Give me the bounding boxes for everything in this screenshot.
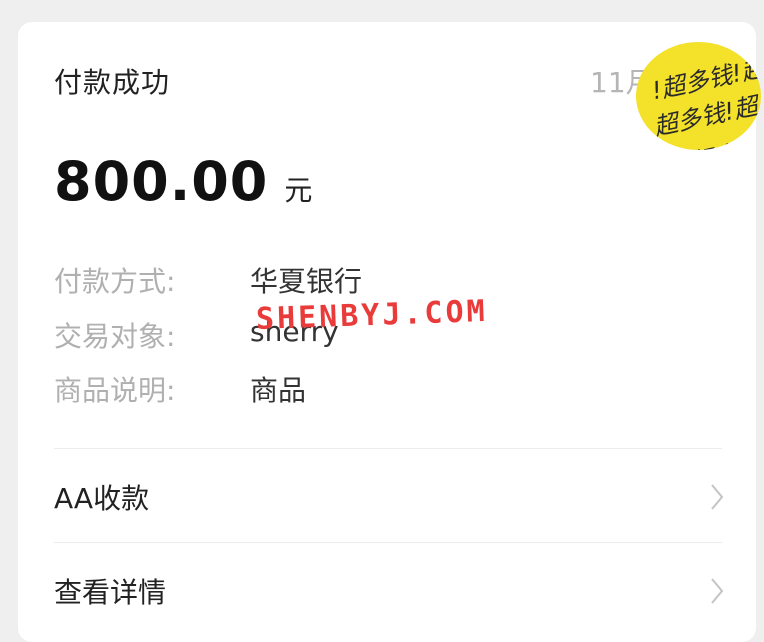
detail-value: sherry bbox=[250, 315, 339, 348]
amount-unit: 元 bbox=[284, 174, 313, 207]
view-details-button[interactable]: 查看详情 bbox=[18, 543, 756, 635]
page-title: 付款成功 bbox=[54, 66, 171, 99]
detail-label: 商品说明: bbox=[54, 374, 176, 407]
view-details-label: 查看详情 bbox=[54, 576, 167, 609]
detail-row-counterparty: 交易对象: sherry bbox=[54, 315, 339, 355]
decorative-sticker: !超多钱!超多 超多钱!超多 超多钱 bbox=[636, 42, 761, 150]
chevron-right-icon bbox=[711, 578, 724, 604]
payment-result-card: 付款成功 11月 !超多钱!超多 超多钱!超多 超多钱 800.00 元 付款方… bbox=[18, 22, 761, 642]
detail-value: 商品 bbox=[250, 374, 307, 407]
detail-value: 华夏银行 bbox=[250, 265, 363, 298]
chevron-right-icon bbox=[711, 484, 724, 510]
detail-row-item-description: 商品说明: 商品 bbox=[54, 369, 306, 409]
amount-value: 800.00 bbox=[54, 150, 269, 213]
detail-row-payment-method: 付款方式: 华夏银行 bbox=[54, 260, 362, 300]
detail-label: 付款方式: bbox=[54, 265, 176, 298]
amount-display: 800.00 元 bbox=[54, 150, 312, 213]
aa-collect-button[interactable]: AA收款 bbox=[18, 449, 756, 541]
detail-label: 交易对象: bbox=[54, 320, 176, 353]
aa-collect-label: AA收款 bbox=[54, 482, 150, 515]
